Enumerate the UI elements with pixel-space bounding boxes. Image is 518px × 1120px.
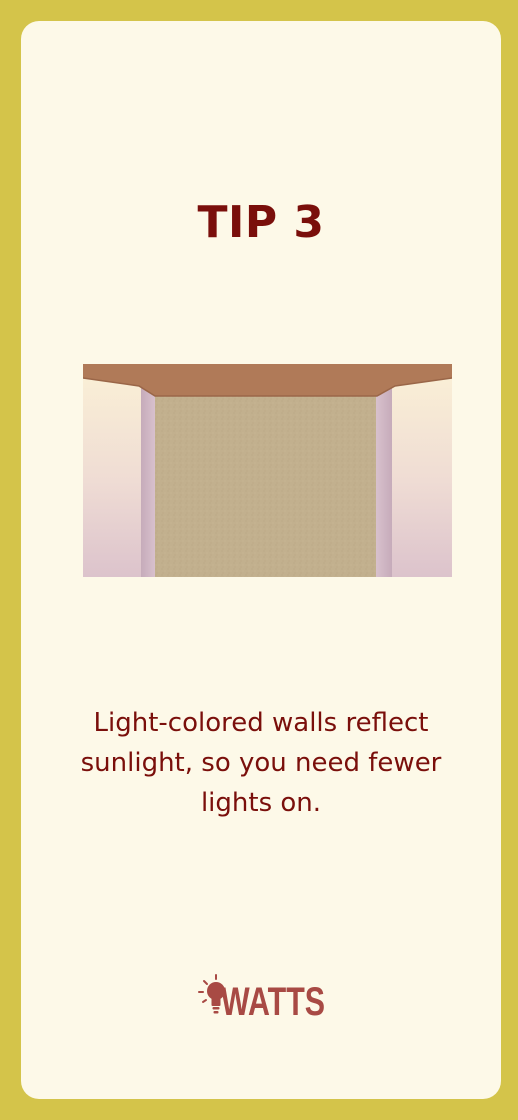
left-wall <box>83 364 143 577</box>
tip-title: TIP 3 <box>197 197 325 248</box>
logo-text: WATTS <box>221 980 325 1023</box>
tip-description: Light-colored walls reflect sunlight, so… <box>80 708 442 818</box>
right-wall <box>392 364 452 577</box>
right-pillar <box>376 384 392 577</box>
tip-card: TIP 3 Light-colored walls reflect sunlig… <box>21 21 501 1099</box>
left-pillar <box>141 384 155 577</box>
watts-logo: WATTS <box>198 974 325 1023</box>
room-illustration <box>83 364 452 577</box>
back-wall <box>155 396 376 577</box>
